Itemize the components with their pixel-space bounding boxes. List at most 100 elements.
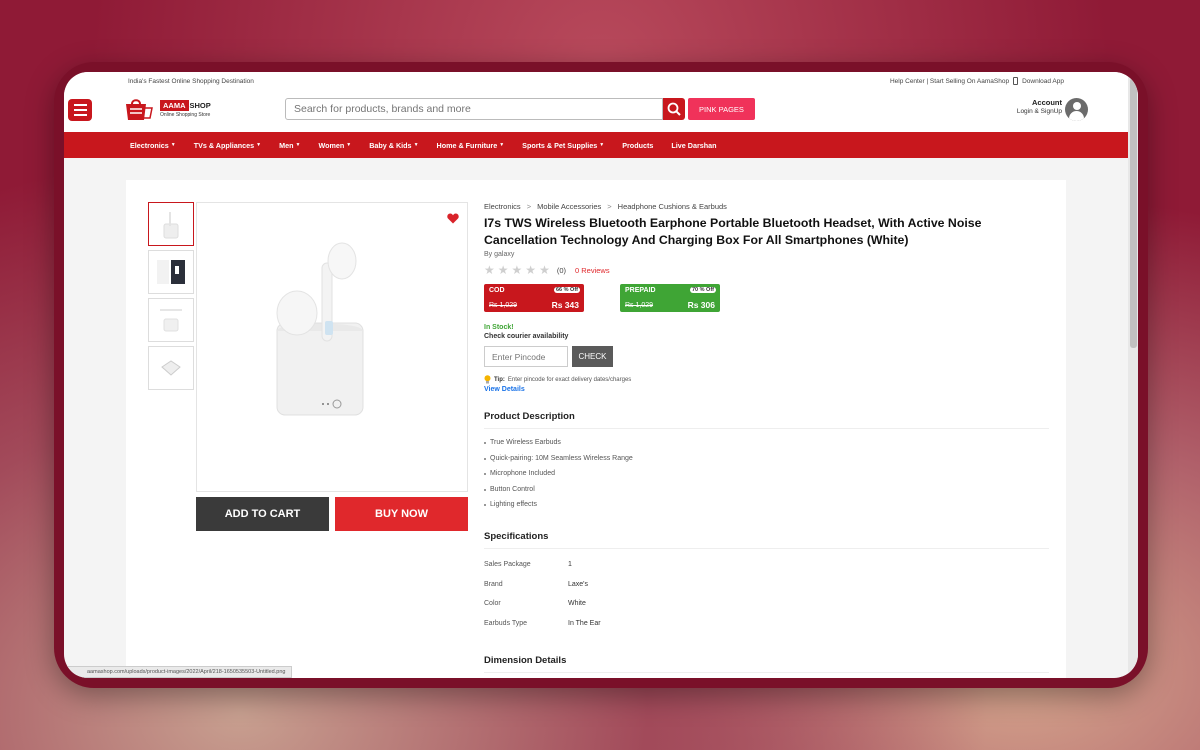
nav-products[interactable]: Products [622,141,653,150]
check-button[interactable]: CHECK [572,346,613,367]
breadcrumb: Electronics > Mobile Accessories > Headp… [484,202,1049,211]
top-links: Help Center | Start Selling On AamaShop … [890,77,1064,85]
nav-sports-pet[interactable]: Sports & Pet Supplies ▼ [522,141,604,150]
selling-price: Rs 306 [687,300,715,310]
caret-down-icon: ▼ [346,142,352,148]
spec-key: Brand [484,580,503,588]
search-input[interactable] [285,98,663,120]
main-product-image[interactable] [196,202,468,492]
mrp-price: Rs 1,029 [489,302,518,309]
buy-now-button[interactable]: BUY NOW [335,497,468,531]
specifications-table: Sales Package 1 Brand Laxe's Color White Ea… [484,555,1049,633]
prepaid-price-box[interactable]: PREPAID 70 % Off Rs 1,029 Rs 306 [620,284,720,312]
stock-status: In Stock! [484,324,514,331]
page-content: India's Fastest Online Shopping Destinat… [64,72,1128,678]
tip-label: Tip: [494,376,505,383]
mrp-price: Rs 1,029 [625,302,654,309]
thumbnail[interactable] [148,202,194,246]
star-icon: ★ [525,263,537,277]
nav-women[interactable]: Women ▼ [318,141,351,150]
earbuds-thumbnail-image [163,212,179,239]
caret-down-icon: ▼ [295,142,301,148]
logo[interactable]: AAMA SHOP Online Shopping Store [124,96,214,126]
nav-home-furniture[interactable]: Home & Furniture ▼ [437,141,505,150]
pink-pages-button[interactable]: PINK PAGES [688,98,755,120]
download-app-link[interactable]: Download App [1022,78,1064,85]
login-signup-link[interactable]: Login & SignUp [1017,108,1062,115]
add-to-cart-button[interactable]: ADD TO CART [196,497,329,531]
product-card: ADD TO CART BUY NOW Electronics > Mobile… [126,180,1066,678]
product-title: I7s TWS Wireless Bluetooth Earphone Port… [484,216,982,247]
nav-live-darshan[interactable]: Live Darshan [671,141,716,150]
thumbnail[interactable] [148,250,194,294]
spec-key: Earbuds Type [484,619,528,627]
discount-badge: 66 % Off [553,287,580,293]
nav-baby-kids[interactable]: Baby & Kids ▼ [369,141,418,150]
logo-shop: SHOP [189,101,211,110]
logo-brand: AAMA [160,100,189,111]
pincode-input[interactable] [484,346,568,367]
search-button[interactable] [663,98,685,120]
star-icon: ★ [511,263,523,277]
list-item: Quick-pairing: 10M Seamless Wireless Ran… [484,451,1049,467]
spec-value: Laxe's [568,580,589,588]
tip: Tip: Enter pincode for exact delivery da… [484,375,1049,384]
earbuds-product-image [276,242,364,416]
breadcrumb-link[interactable]: Headphone Cushions & Earbuds [618,202,727,211]
phone-icon [1013,77,1019,85]
list-item: Lighting effects [484,497,1049,513]
star-icon: ★ [497,263,509,277]
help-seller-links[interactable]: Help Center | Start Selling On AamaShop [890,78,1009,85]
purchase-buttons: ADD TO CART BUY NOW [196,497,468,531]
table-row: Sales Package 1 [484,555,1049,575]
pincode-row: CHECK [484,346,1049,367]
thumbnail[interactable] [148,298,194,342]
hamburger-icon[interactable] [68,99,92,121]
category-nav: Electronics ▼ TVs & Appliances ▼ Men ▼ Wome… [64,132,1128,158]
nav-electronics[interactable]: Electronics ▼ [130,141,176,150]
rating: ★ ★ ★ ★ ★ (0) 0 Reviews [484,264,1049,276]
specifications-title: Specifications [484,531,1049,549]
view-details-link[interactable]: View Details [484,386,1049,393]
table-row: Earbuds Type In The Ear [484,613,1049,633]
cod-price-box[interactable]: COD 66 % Off Rs 1,029 Rs 343 [484,284,584,312]
list-item: Button Control [484,482,1049,498]
header: AAMA SHOP Online Shopping Store PINK PAG… [64,90,1128,132]
description-title: Product Description [484,411,1049,429]
earbuds-case-thumbnail-image [160,309,182,332]
browser-screen: India's Fastest Online Shopping Destinat… [64,72,1138,678]
reviews-link[interactable]: 0 Reviews [575,266,610,275]
shopping-bag-icon [126,99,153,120]
thumbnail-list [148,202,194,394]
caret-down-icon: ▼ [499,142,505,148]
table-row: Color White [484,594,1049,614]
courier-label: Check courier availability [484,333,569,340]
breadcrumb-link[interactable]: Mobile Accessories [537,202,601,211]
dimension-title: Dimension Details [484,655,1049,673]
breadcrumb-separator: > [607,202,612,211]
star-icon: ★ [539,263,550,277]
top-strip: India's Fastest Online Shopping Destinat… [64,72,1128,90]
spec-value: 1 [568,561,572,569]
price-options: COD 66 % Off Rs 1,029 Rs 343 PREPAID 70 … [484,284,1049,312]
thumbnail[interactable] [148,346,194,390]
bulb-icon [484,375,491,384]
nav-men[interactable]: Men ▼ [279,141,300,150]
account-menu[interactable]: Account Login & SignUp [1017,98,1062,115]
scroll-thumb[interactable] [1130,78,1137,348]
description-list: True Wireless Earbuds Quick-pairing: 10M… [484,435,1049,513]
user-icon[interactable] [1065,98,1088,121]
tagline: India's Fastest Online Shopping Destinat… [128,77,254,85]
list-item: Microphone Included [484,466,1049,482]
caret-down-icon: ▼ [599,142,605,148]
caret-down-icon: ▼ [413,142,419,148]
account-title: Account [1032,98,1062,107]
spec-value: White [568,600,586,608]
status-bar-url: aamashop.com/uploads/product-images/2022… [64,666,293,678]
breadcrumb-link[interactable]: Electronics [484,202,521,211]
scrollbar[interactable] [1128,72,1138,678]
nav-tvs-appliances[interactable]: TVs & Appliances ▼ [194,141,261,150]
spec-key: Color [484,600,501,608]
spec-value: In The Ear [568,619,601,627]
discount-badge: 70 % Off [689,287,716,293]
